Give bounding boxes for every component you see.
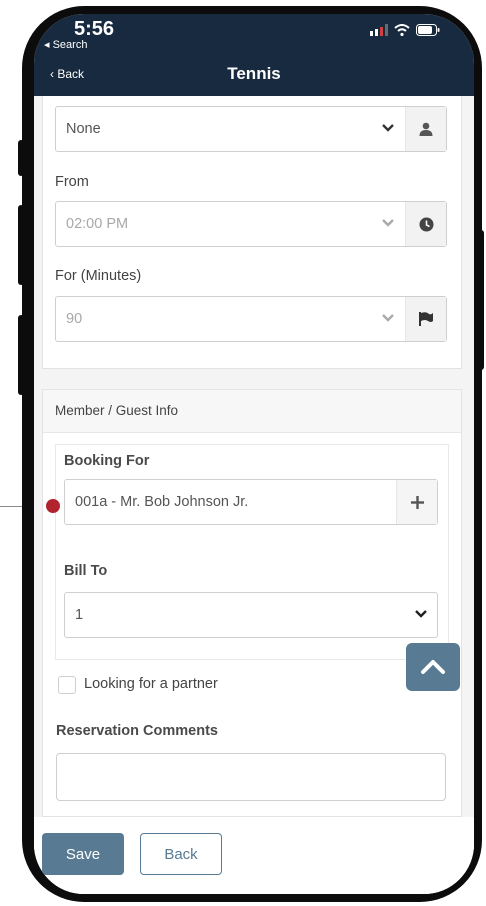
member-guest-body: Booking For 001a - Mr. Bob Johnson Jr. B…	[55, 444, 449, 660]
player-addon	[405, 107, 446, 151]
chevron-up-icon	[421, 660, 445, 674]
member-guest-header: Member / Guest Info	[43, 390, 461, 433]
booking-for-label: Booking For	[64, 453, 150, 469]
minutes-addon	[405, 297, 446, 341]
callout-marker	[46, 499, 60, 513]
bottom-actions: Save Back	[34, 817, 474, 894]
top-bar: 5:56 ◂ Search ‹ Back Tennis	[34, 14, 474, 96]
chevron-down-icon	[382, 219, 394, 227]
save-button[interactable]: Save	[42, 833, 124, 875]
minutes-label: For (Minutes)	[55, 268, 142, 284]
comments-textarea[interactable]	[56, 753, 446, 801]
minutes-value: 90	[66, 311, 83, 327]
section-title: Member / Guest Info	[55, 403, 179, 418]
player-select[interactable]: None	[55, 106, 447, 152]
player-select-value: None	[66, 121, 101, 137]
page-title: Tennis	[227, 64, 281, 83]
minutes-select[interactable]: 90	[55, 296, 447, 342]
status-icons	[370, 24, 440, 36]
bill-to-value: 1	[75, 607, 84, 623]
clock-icon	[419, 217, 433, 231]
content-area: None From 02:00 PM For (Minutes) 90 Memb…	[34, 96, 474, 894]
back-to-app-label: Search	[52, 39, 88, 51]
comments-label: Reservation Comments	[56, 723, 218, 739]
booking-for-value: 001a - Mr. Bob Johnson Jr.	[75, 494, 249, 510]
add-member-button[interactable]	[396, 480, 437, 524]
from-time-addon	[405, 202, 446, 246]
phone-volume-down	[18, 315, 24, 395]
chevron-down-icon	[415, 610, 427, 618]
booking-time-card: None From 02:00 PM For (Minutes) 90	[42, 96, 462, 369]
booking-for-field[interactable]: 001a - Mr. Bob Johnson Jr.	[64, 479, 438, 525]
phone-mute-switch	[18, 140, 24, 176]
flag-icon	[419, 312, 433, 326]
scroll-to-top-button[interactable]	[406, 643, 460, 691]
plus-icon	[410, 495, 424, 509]
partner-checkbox-label[interactable]: Looking for a partner	[84, 676, 218, 692]
from-label: From	[55, 174, 89, 190]
chevron-down-icon	[382, 124, 394, 132]
from-time-select[interactable]: 02:00 PM	[55, 201, 447, 247]
bill-to-select[interactable]: 1	[64, 592, 438, 638]
wifi-icon	[394, 24, 410, 36]
user-icon	[419, 122, 433, 136]
from-time-value: 02:00 PM	[66, 216, 129, 232]
phone-volume-up	[18, 205, 24, 285]
signal-icon	[370, 24, 388, 36]
phone-power-button	[478, 230, 484, 370]
phone-screen: 5:56 ◂ Search ‹ Back Tennis None From 02…	[34, 14, 474, 894]
bill-to-label: Bill To	[64, 563, 108, 579]
back-action-button[interactable]: Back	[140, 833, 222, 875]
chevron-down-icon	[382, 314, 394, 322]
back-to-app-link[interactable]: ◂ Search	[44, 38, 87, 51]
battery-icon	[416, 24, 440, 36]
partner-checkbox[interactable]	[58, 676, 76, 694]
